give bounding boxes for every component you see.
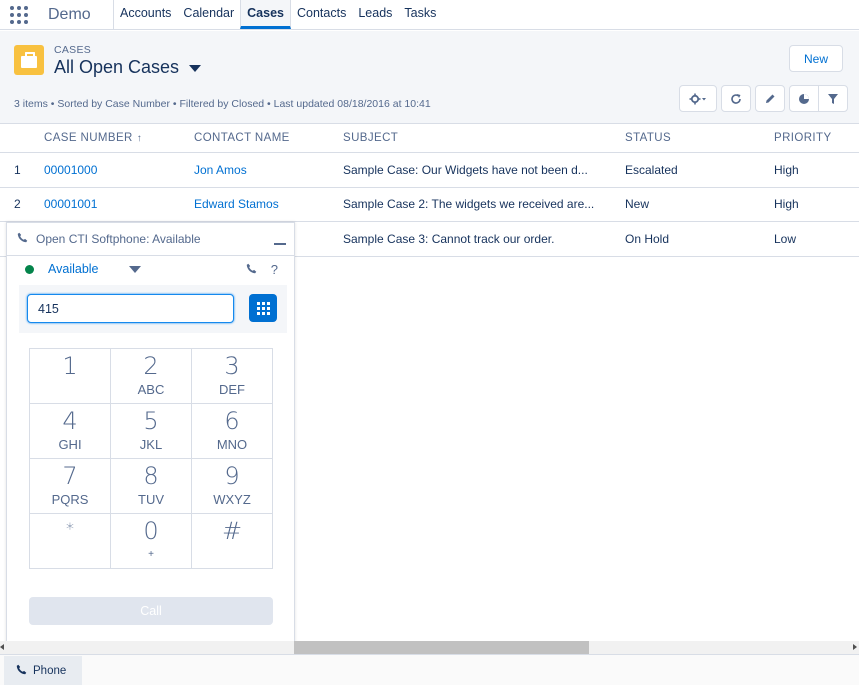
presence-status-label[interactable]: Available [48,262,99,276]
nav-tab-accounts[interactable]: Accounts [114,0,177,29]
edit-icon[interactable] [755,85,785,112]
list-view-header: CASES All Open Cases New 3 items • Sorte… [0,31,859,124]
minimize-icon[interactable] [274,243,286,245]
key-6[interactable]: 6 MNO [192,404,273,459]
key-9[interactable]: 9 WXYZ [192,459,273,514]
refresh-icon[interactable] [721,85,751,112]
softphone-header: Open CTI Softphone: Available [7,223,294,256]
subject-cell: Sample Case 3: Cannot track our order. [343,231,555,246]
app-name: Demo [48,5,91,23]
scroll-right-icon[interactable] [853,644,857,650]
case-number-link[interactable]: 00001001 [44,197,194,211]
list-view-name: All Open Cases [54,57,180,77]
status-cell: On Hold [625,231,670,246]
column-header-subject[interactable]: SUBJECT [343,132,625,144]
dial-area: 415 [19,285,287,333]
object-label: CASES [54,44,92,56]
settings-icon[interactable] [679,85,717,112]
app-launcher-icon[interactable] [0,0,38,29]
sort-arrow-icon: ↑ [136,133,143,144]
list-toolbar [679,85,848,112]
key-3[interactable]: 3 DEF [192,349,273,404]
scroll-left-icon[interactable] [0,644,4,650]
column-header-status[interactable]: STATUS [625,132,774,144]
global-nav: Demo Accounts Calendar Cases Contacts Le… [0,0,859,30]
utility-bar: Phone [0,654,859,685]
softphone-title: Open CTI Softphone: Available [36,232,201,246]
dial-number-input[interactable]: 415 [27,294,234,323]
list-view-meta: 3 items • Sorted by Case Number • Filter… [14,98,431,110]
key-1[interactable]: 1 [30,349,111,404]
presence-status[interactable]: Available ? [7,257,294,281]
column-header-priority[interactable]: PRIORITY [774,132,859,144]
table-row: 1 00001000 Jon Amos Sample Case: Our Wid… [0,153,859,188]
nav-tab-calendar[interactable]: Calendar [177,0,240,29]
nav-tab-tasks[interactable]: Tasks [398,0,442,29]
chart-icon[interactable] [789,85,819,112]
softphone-panel: Open CTI Softphone: Available Available … [6,222,295,654]
column-header-case-number[interactable]: CASE NUMBER ↑ [44,132,194,144]
key-5[interactable]: 5 JKL [111,404,192,459]
new-button[interactable]: New [789,45,843,72]
horizontal-scrollbar[interactable] [0,641,859,654]
scrollbar-thumb[interactable] [294,641,589,654]
key-star[interactable]: * [30,514,111,569]
help-icon[interactable]: ? [271,262,278,277]
utility-phone-button[interactable]: Phone [4,656,82,685]
table-row: 2 00001001 Edward Stamos Sample Case 2: … [0,188,859,222]
key-2[interactable]: 2 ABC [111,349,192,404]
nav-tab-leads[interactable]: Leads [352,0,398,29]
phone-icon [17,232,28,246]
cases-object-icon [14,45,44,75]
priority-cell: Low [774,231,797,246]
table-header: CASE NUMBER ↑ CONTACT NAME SUBJECT STATUS… [0,124,859,153]
status-cell: Escalated [625,162,678,177]
contact-name-link[interactable]: Jon Amos [194,163,343,177]
chevron-down-icon[interactable] [128,265,141,273]
status-dot-icon [25,264,34,274]
row-number: 1 [14,162,21,177]
phone-icon [16,664,27,678]
nav-tabs: Accounts Calendar Cases Contacts Leads T… [114,0,442,29]
row-number: 2 [14,197,21,212]
call-button[interactable]: Call [29,597,273,625]
contact-name-link[interactable]: Edward Stamos [194,197,343,211]
nav-tab-cases[interactable]: Cases [240,0,291,29]
key-0[interactable]: 0 + [111,514,192,569]
key-7[interactable]: 7 PQRS [30,459,111,514]
dial-keypad: 1 2 ABC 3 DEF 4 GHI 5 JKL 6 MNO 7 PQRS 8 TUV 9W… [29,348,273,569]
case-number-link[interactable]: 00001000 [44,163,194,177]
status-cell: New [625,197,650,212]
key-4[interactable]: 4 GHI [30,404,111,459]
filter-icon[interactable] [818,85,848,112]
list-view-selector[interactable]: All Open Cases [54,57,202,78]
key-8[interactable]: 8 TUV [111,459,192,514]
utility-phone-label: Phone [33,664,67,677]
column-header-contact-name[interactable]: CONTACT NAME [194,132,343,144]
app-root: Demo Accounts Calendar Cases Contacts Le… [0,0,859,685]
key-hash[interactable]: # [192,514,273,569]
priority-cell: High [774,162,799,177]
subject-cell: Sample Case: Our Widgets have not been d… [343,162,588,177]
priority-cell: High [774,197,799,212]
subject-cell: Sample Case 2: The widgets we received a… [343,197,595,212]
nav-tab-contacts[interactable]: Contacts [291,0,352,29]
chevron-down-icon[interactable] [189,65,202,72]
keypad-toggle-icon[interactable] [249,294,277,322]
phone-icon[interactable] [246,262,257,277]
